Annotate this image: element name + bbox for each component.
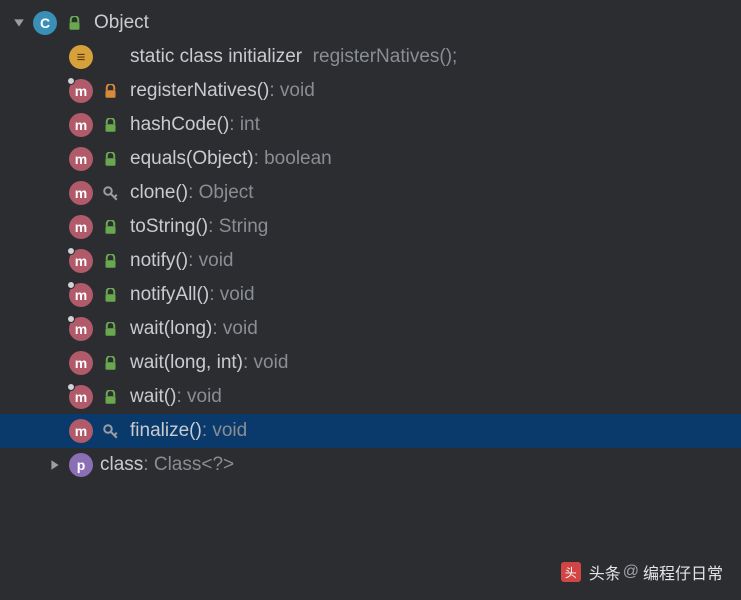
tree-row-member[interactable]: m equals(Object): boolean [0, 142, 741, 176]
tree-row-property-class[interactable]: p class: Class<?> [0, 448, 741, 482]
watermark-brand: 头条 [589, 560, 621, 584]
tree-row-member[interactable]: m wait(long, int): void [0, 346, 741, 380]
member-label: equals(Object): boolean [130, 148, 332, 170]
native-badge-icon [67, 281, 75, 289]
method-icon: m [68, 384, 94, 410]
tree-row-member[interactable]: m notifyAll(): void [0, 278, 741, 312]
method-icon: m [68, 418, 94, 444]
tree-row-member[interactable]: m wait(long): void [0, 312, 741, 346]
native-badge-icon [67, 247, 75, 255]
method-icon: m [68, 112, 94, 138]
public-lock-icon [100, 149, 120, 169]
native-badge-icon [67, 315, 75, 323]
structure-tree: C Object ≡ static class initializer regis… [0, 0, 741, 482]
tree-row-class-object[interactable]: C Object [0, 6, 741, 40]
protected-key-icon [100, 421, 120, 441]
collapse-arrow-icon[interactable] [46, 456, 64, 474]
member-label: finalize(): void [130, 420, 247, 442]
method-icon: m [68, 350, 94, 376]
member-label: toString(): String [130, 216, 268, 238]
member-label: registerNatives(): void [130, 80, 315, 102]
protected-key-icon [100, 183, 120, 203]
public-lock-icon [100, 319, 120, 339]
public-lock-icon [100, 387, 120, 407]
member-label: notify(): void [130, 250, 234, 272]
member-label: wait(long): void [130, 318, 258, 340]
member-label: clone(): Object [130, 182, 254, 204]
public-lock-icon [100, 353, 120, 373]
native-badge-icon [67, 383, 75, 391]
class-initializer-icon: ≡ [68, 44, 94, 70]
public-lock-icon [64, 13, 84, 33]
method-icon: m [68, 146, 94, 172]
tree-row-member[interactable]: ≡ static class initializer registerNative… [0, 40, 741, 74]
tree-row-member[interactable]: m clone(): Object [0, 176, 741, 210]
public-lock-icon [100, 115, 120, 135]
member-label: hashCode(): int [130, 114, 260, 136]
method-icon: m [68, 248, 94, 274]
watermark-at: @ [623, 563, 639, 581]
native-badge-icon [67, 77, 75, 85]
class-icon: C [32, 10, 58, 36]
public-lock-icon [100, 251, 120, 271]
method-icon: m [68, 282, 94, 308]
no-access-icon [100, 47, 120, 67]
tree-row-member[interactable]: m wait(): void [0, 380, 741, 414]
property-icon: p [68, 452, 94, 478]
watermark: 头 头条 @ 编程仔日常 [561, 560, 723, 584]
tree-row-member[interactable]: m toString(): String [0, 210, 741, 244]
method-icon: m [68, 214, 94, 240]
watermark-text: 编程仔日常 [643, 560, 723, 584]
member-label: static class initializer registerNatives… [130, 46, 457, 68]
public-lock-icon [100, 285, 120, 305]
toutiao-logo-icon: 头 [561, 562, 581, 582]
class-name-label: Object [94, 12, 149, 34]
private-lock-icon [100, 81, 120, 101]
member-label: wait(): void [130, 386, 222, 408]
tree-row-member[interactable]: m registerNatives(): void [0, 74, 741, 108]
method-icon: m [68, 316, 94, 342]
tree-row-member[interactable]: m finalize(): void [0, 414, 741, 448]
expand-arrow-icon[interactable] [10, 14, 28, 32]
method-icon: m [68, 78, 94, 104]
property-label: class: Class<?> [100, 454, 234, 476]
method-icon: m [68, 180, 94, 206]
tree-row-member[interactable]: m notify(): void [0, 244, 741, 278]
tree-row-member[interactable]: m hashCode(): int [0, 108, 741, 142]
public-lock-icon [100, 217, 120, 237]
member-label: notifyAll(): void [130, 284, 255, 306]
member-label: wait(long, int): void [130, 352, 288, 374]
